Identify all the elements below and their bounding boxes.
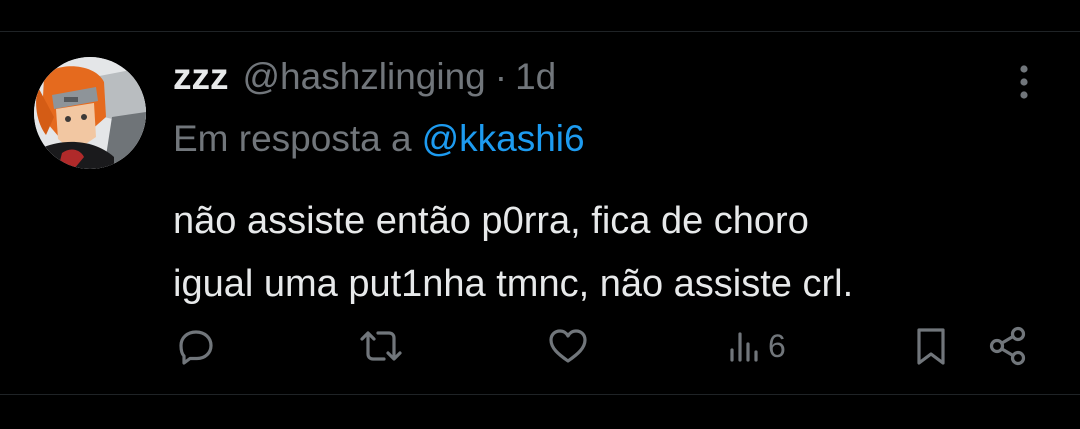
bookmark-button[interactable]	[912, 325, 950, 367]
tweet-text: não assiste então p0rra, fica de choro i…	[173, 190, 1033, 316]
tweet-text-line: igual uma put1nha tmnc, não assiste crl.	[173, 263, 854, 305]
share-icon	[987, 326, 1029, 366]
separator-dot: ·	[494, 56, 508, 97]
reply-prefix: Em resposta a	[173, 118, 412, 159]
heart-icon	[547, 326, 589, 366]
views-chart-icon	[728, 326, 762, 366]
reply-button[interactable]	[176, 325, 216, 367]
reply-mention-link[interactable]: @kkashi6	[422, 118, 585, 159]
repost-icon	[359, 326, 403, 366]
share-button[interactable]	[987, 325, 1029, 367]
like-button[interactable]	[547, 325, 589, 367]
top-divider	[0, 31, 1080, 32]
bottom-divider	[0, 394, 1080, 395]
display-name[interactable]: zzz	[173, 56, 229, 98]
reply-context: Em resposta a @kkashi6	[173, 118, 585, 160]
timestamp[interactable]: 1d	[515, 56, 556, 98]
tweet-text-line: não assiste então p0rra, fica de choro	[173, 200, 809, 242]
tweet-header: zzz @hashzlinging · 1d	[173, 56, 556, 104]
user-handle[interactable]: @hashzlinging	[243, 56, 486, 98]
repost-button[interactable]	[359, 325, 403, 367]
avatar[interactable]	[34, 57, 146, 169]
bookmark-icon	[912, 326, 950, 366]
reply-icon	[176, 326, 216, 366]
more-vertical-icon[interactable]	[1006, 62, 1042, 102]
views-count: 6	[768, 327, 786, 364]
views-button[interactable]: 6	[728, 325, 786, 367]
